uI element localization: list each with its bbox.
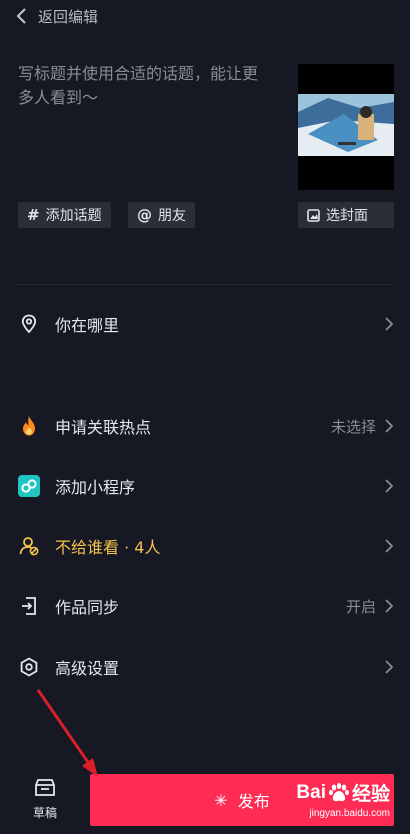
row-hot-topic-value: 未选择 <box>330 417 376 436</box>
settings-icon <box>18 656 40 678</box>
mini-program-icon <box>18 475 40 497</box>
publish-label: 发布 <box>237 792 270 811</box>
chevron-right-icon <box>385 660 394 674</box>
caption-placeholder-line2: 多人看到～ <box>18 88 99 107</box>
thumbnail-image <box>298 94 394 156</box>
chevron-right-icon <box>385 317 394 331</box>
mention-friend-label: 朋友 <box>158 208 186 224</box>
chevron-right-icon <box>385 599 394 613</box>
flame-icon <box>18 415 40 437</box>
sync-icon <box>18 595 40 617</box>
row-hot-topic-label: 申请关联热点 <box>55 418 152 437</box>
add-topic-label: 添加话题 <box>45 208 102 224</box>
divider <box>18 284 394 285</box>
row-hot-topic[interactable]: 申请关联热点 未选择 <box>0 404 410 448</box>
video-thumbnail[interactable] <box>298 64 394 190</box>
row-privacy-label: 不给谁看 · 4人 <box>55 538 161 557</box>
add-topic-button[interactable]: # 添加话题 <box>18 202 111 228</box>
privacy-icon <box>18 535 40 557</box>
row-mini-program-label: 添加小程序 <box>55 478 136 497</box>
draft-box-icon <box>35 779 55 796</box>
location-icon <box>18 313 40 335</box>
caption-input[interactable]: 写标题并使用合适的话题，能让更 多人看到～ <box>18 62 288 110</box>
row-advanced-settings[interactable]: 高级设置 <box>0 645 410 689</box>
back-label: 返回编辑 <box>38 7 99 26</box>
row-mini-program[interactable]: 添加小程序 <box>0 464 410 508</box>
row-sync-label: 作品同步 <box>55 598 120 617</box>
image-icon <box>307 208 320 222</box>
paw-icon <box>328 782 349 801</box>
row-location-label: 你在哪里 <box>55 316 120 335</box>
row-location[interactable]: 你在哪里 <box>0 302 410 346</box>
watermark-url: jingyan.baidu.com <box>309 808 390 819</box>
select-cover-label: 选封面 <box>326 208 368 224</box>
watermark-brand-right: 经验 <box>351 784 390 805</box>
top-bar: 返回编辑 <box>0 0 410 32</box>
at-icon: @ <box>137 206 152 224</box>
caption-placeholder-line1: 写标题并使用合适的话题，能让更 <box>18 64 259 83</box>
mention-friend-button[interactable]: @ 朋友 <box>128 202 195 228</box>
select-cover-button[interactable]: 选封面 <box>298 202 394 228</box>
row-privacy[interactable]: 不给谁看 · 4人 <box>0 524 410 568</box>
chevron-right-icon <box>385 539 394 553</box>
row-advanced-settings-label: 高级设置 <box>55 659 120 678</box>
chevron-right-icon <box>385 479 394 493</box>
back-button[interactable]: 返回编辑 <box>0 0 98 32</box>
hashtag-icon: # <box>27 206 40 224</box>
row-sync[interactable]: 作品同步 开启 <box>0 584 410 628</box>
watermark-brand-left: Bai <box>296 781 326 803</box>
baidu-watermark: Bai 经验 jingyan.baidu.com <box>296 779 390 820</box>
sparkle-icon: ✳ <box>214 790 228 810</box>
draft-label: 草稿 <box>32 806 57 820</box>
chevron-left-icon <box>16 8 26 24</box>
chevron-right-icon <box>385 419 394 433</box>
draft-button[interactable]: 草稿 <box>20 778 70 830</box>
row-sync-value: 开启 <box>345 597 376 616</box>
